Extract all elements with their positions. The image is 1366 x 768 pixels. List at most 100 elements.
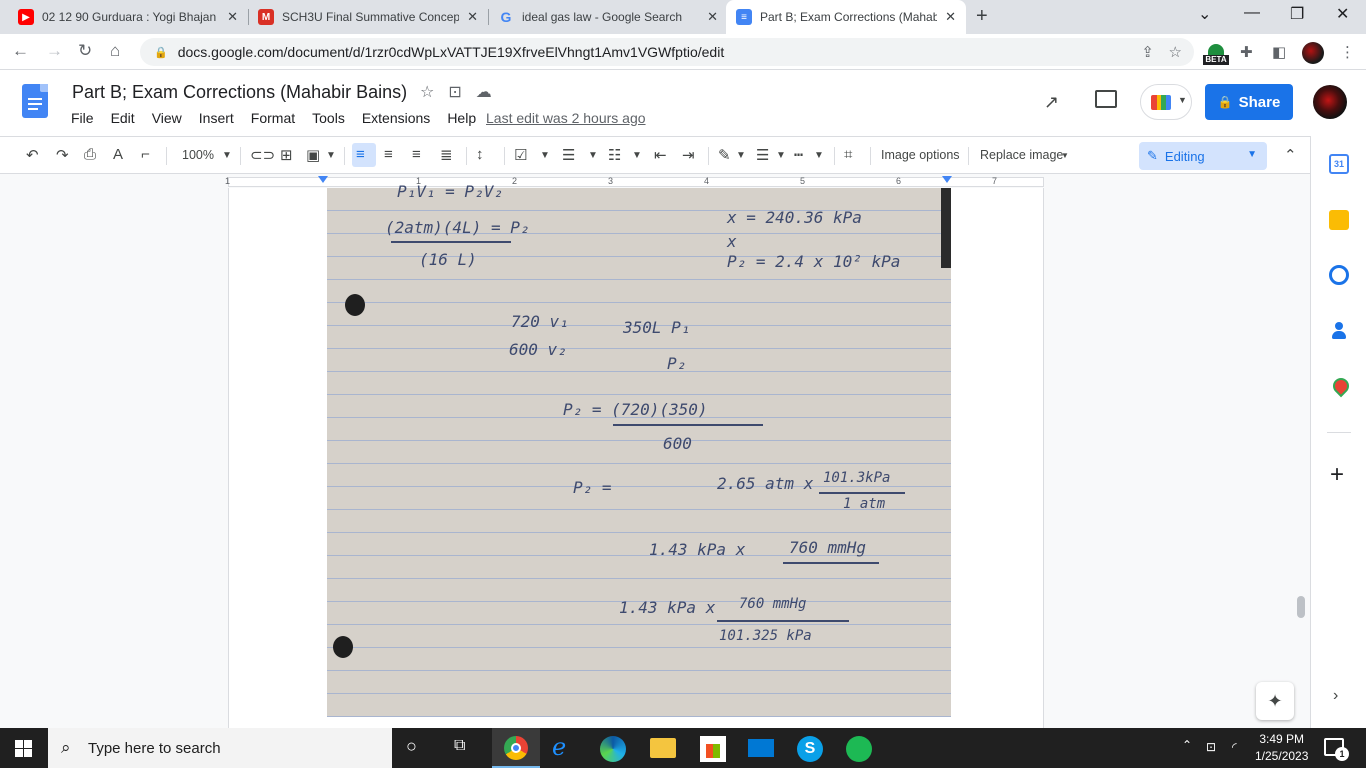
redo-icon[interactable]: ↷ (56, 146, 69, 164)
right-indent-marker[interactable] (942, 176, 952, 183)
link-icon[interactable]: ⊂⊃ (250, 146, 275, 164)
keep-icon[interactable] (1329, 210, 1349, 230)
file-explorer-icon[interactable] (650, 738, 676, 758)
spellcheck-icon[interactable]: A (113, 146, 123, 163)
border-dash-icon[interactable]: ┅ (794, 146, 803, 164)
beta-extension-icon[interactable]: BETA (1203, 44, 1229, 66)
forward-icon[interactable]: → (46, 41, 63, 61)
chevron-down-icon[interactable]: ▼ (814, 150, 824, 161)
justify-icon[interactable]: ≣ (440, 146, 453, 164)
line-spacing-icon[interactable]: ↕ (476, 146, 484, 163)
border-color-icon[interactable]: ✎ (718, 146, 731, 164)
tab-youtube[interactable]: ▶ 02 12 90 Gurduara : Yogi Bhajan I ✕ (8, 0, 248, 34)
menu-help[interactable]: Help (447, 110, 476, 126)
activity-trend-icon[interactable]: ↗ (1044, 92, 1059, 113)
menu-edit[interactable]: Edit (111, 110, 135, 126)
chevron-down-icon[interactable]: ▼ (540, 150, 550, 161)
paint-format-icon[interactable]: ⌐ (141, 146, 150, 163)
mail-icon[interactable] (748, 739, 774, 757)
windows-start-icon[interactable] (15, 740, 32, 757)
numbered-list-icon[interactable]: ☷ (608, 146, 621, 164)
more-icon[interactable]: ⋮ (1340, 43, 1355, 61)
editing-mode-button[interactable]: ✎ Editing ▼ (1139, 142, 1267, 170)
system-clock[interactable]: 3:49 PM 1/25/2023 (1255, 731, 1308, 765)
skype-icon[interactable]: S (797, 736, 823, 762)
hide-menus-icon[interactable]: ⌃ (1284, 146, 1297, 164)
meet-button[interactable]: ▼ (1140, 84, 1192, 120)
get-addons-icon[interactable]: + (1330, 461, 1344, 489)
print-icon[interactable]: ⎙ (84, 146, 96, 163)
reload-icon[interactable]: ↻ (78, 41, 92, 61)
chevron-down-icon[interactable]: ▼ (776, 150, 786, 161)
document-title[interactable]: Part B; Exam Corrections (Mahabir Bains) (72, 82, 407, 103)
profile-avatar[interactable] (1302, 42, 1324, 64)
align-center-icon[interactable]: ≡ (384, 146, 393, 163)
minimize-icon[interactable]: — (1244, 4, 1260, 22)
add-comment-icon[interactable]: ⊞ (280, 146, 293, 164)
chrome-taskbar-button[interactable] (492, 728, 540, 768)
menu-extensions[interactable]: Extensions (362, 110, 430, 126)
share-button[interactable]: 🔒 Share (1205, 84, 1293, 120)
comment-icon[interactable] (1095, 90, 1117, 108)
undo-icon[interactable]: ↶ (26, 146, 39, 164)
home-icon[interactable]: ⌂ (110, 41, 120, 61)
taskbar-search[interactable]: ⌕ Type here to search (48, 728, 392, 768)
menu-file[interactable]: File (71, 110, 94, 126)
menu-insert[interactable]: Insert (199, 110, 234, 126)
close-icon[interactable]: ✕ (707, 9, 718, 25)
border-weight-icon[interactable]: ☰ (756, 146, 769, 164)
network-status-icon[interactable]: ⊡ (1206, 740, 1216, 754)
contacts-icon[interactable] (1329, 320, 1349, 340)
close-icon[interactable]: ✕ (467, 9, 478, 25)
chevron-down-icon[interactable]: ▼ (588, 150, 598, 161)
explore-icon[interactable]: ✦ (1256, 682, 1294, 720)
decrease-indent-icon[interactable]: ⇤ (654, 146, 667, 164)
insert-image-icon[interactable]: ▣ (306, 146, 320, 164)
menu-format[interactable]: Format (251, 110, 295, 126)
maps-icon[interactable] (1329, 376, 1349, 396)
cortana-icon[interactable]: ○ (406, 736, 417, 757)
cloud-status-icon[interactable]: ☁ (476, 82, 492, 102)
left-indent-marker[interactable] (318, 176, 328, 183)
account-avatar[interactable] (1313, 85, 1347, 119)
side-panel-icon[interactable]: ◧ (1272, 43, 1286, 61)
align-left-icon[interactable]: ≡ (356, 146, 365, 163)
crop-icon[interactable]: ⌗ (844, 146, 852, 163)
restore-icon[interactable]: ❐ (1290, 4, 1304, 24)
extensions-icon[interactable]: ✚ (1240, 43, 1253, 61)
menu-tools[interactable]: Tools (312, 110, 345, 126)
tasks-icon[interactable] (1329, 265, 1349, 285)
close-icon[interactable]: ✕ (945, 9, 956, 25)
new-tab-icon[interactable]: + (976, 5, 988, 28)
chevron-down-icon[interactable]: ▼ (326, 150, 336, 161)
chevron-down-icon[interactable]: ▼ (1061, 151, 1069, 160)
chevron-down-icon[interactable]: ⌄ (1198, 4, 1211, 24)
image-options-button[interactable]: Image options (881, 148, 960, 162)
handwritten-notes-image[interactable]: P₁V₁ = P₂V₂ (2atm)(4L) = P₂ (16 L) x = 2… (327, 182, 951, 717)
expand-panel-icon[interactable]: › (1333, 687, 1338, 705)
docs-logo-icon[interactable] (22, 84, 48, 118)
edge-icon[interactable] (600, 736, 626, 762)
internet-explorer-icon[interactable]: e (552, 733, 566, 761)
bulleted-list-icon[interactable]: ☰ (562, 146, 575, 164)
task-view-icon[interactable]: ⧉ (454, 737, 465, 755)
vertical-scrollbar[interactable] (1297, 596, 1305, 618)
increase-indent-icon[interactable]: ⇥ (682, 146, 695, 164)
back-icon[interactable]: ← (12, 41, 29, 61)
chevron-down-icon[interactable]: ▼ (222, 150, 232, 161)
move-folder-icon[interactable]: ⊡ (448, 82, 461, 102)
calendar-icon[interactable]: 31 (1329, 154, 1349, 174)
checklist-icon[interactable]: ☑ (514, 146, 527, 164)
microsoft-store-icon[interactable] (700, 736, 726, 762)
window-close-icon[interactable]: ✕ (1336, 4, 1349, 24)
star-icon[interactable]: ☆ (1169, 43, 1182, 61)
star-icon[interactable]: ☆ (420, 82, 434, 102)
align-right-icon[interactable]: ≡ (412, 146, 421, 163)
chevron-down-icon[interactable]: ▼ (736, 150, 746, 161)
close-icon[interactable]: ✕ (227, 9, 238, 25)
tab-docs-active[interactable]: ≡ Part B; Exam Corrections (Mahabi ✕ (726, 0, 966, 34)
zoom-select[interactable]: 100% (182, 148, 214, 162)
spotify-icon[interactable] (846, 736, 872, 762)
share-page-icon[interactable]: ⇪ (1141, 43, 1154, 61)
chevron-down-icon[interactable]: ▼ (632, 150, 642, 161)
